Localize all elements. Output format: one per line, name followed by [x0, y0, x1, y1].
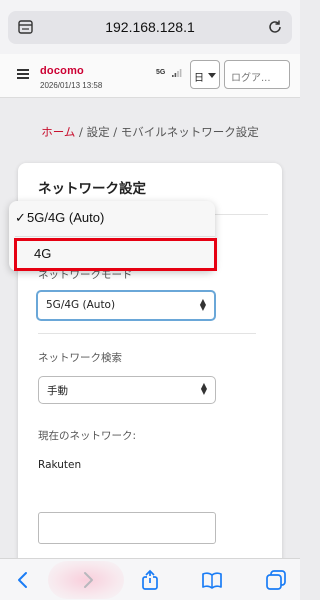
language-select[interactable]: 日	[190, 60, 220, 89]
reload-icon[interactable]	[267, 19, 283, 35]
datetime: 2026/01/13 13:58	[40, 81, 103, 90]
router-header: docomo 2026/01/13 13:58 5G 日 ログア...	[0, 54, 300, 98]
network-search-label: ネットワーク検索	[38, 352, 122, 364]
address-bar[interactable]: 192.168.128.1	[8, 11, 292, 44]
network-mode-value: 5G/4G (Auto)	[46, 299, 116, 311]
text-input[interactable]	[38, 512, 216, 544]
login-field[interactable]: ログア...	[224, 60, 290, 89]
updown-chevron-icon: ▲ ▼	[199, 297, 206, 312]
divider	[38, 333, 256, 334]
card-title: ネットワーク設定	[38, 181, 146, 197]
breadcrumb-home-link[interactable]: ホーム	[41, 125, 75, 139]
dropdown-option-5g4g-auto[interactable]: ✓5G/4G (Auto)	[15, 210, 104, 226]
browser-toolbar	[0, 558, 300, 600]
network-type-label: 5G	[156, 69, 166, 76]
divider	[15, 236, 215, 237]
current-network-label: 現在のネットワーク:	[38, 430, 137, 442]
share-icon[interactable]	[139, 569, 161, 591]
tabs-overview-icon[interactable]	[265, 569, 287, 591]
breadcrumb-path: / 設定 / モバイルネットワーク設定	[75, 125, 259, 139]
updown-chevron-icon: ▲ ▼	[200, 381, 207, 396]
network-search-select[interactable]: 手動 ▲ ▼	[38, 376, 216, 404]
language-value: 日	[194, 73, 204, 84]
network-search-value: 手動	[47, 385, 68, 397]
url-text[interactable]: 192.168.128.1	[8, 19, 292, 35]
back-icon[interactable]	[12, 569, 34, 591]
checkmark-icon: ✓	[15, 210, 26, 225]
browser-address-bar-area: 192.168.128.1	[0, 0, 300, 54]
option-label: 5G/4G (Auto)	[27, 210, 105, 225]
brand-logo: docomo	[40, 65, 84, 77]
menu-icon[interactable]	[17, 69, 29, 79]
chevron-down-icon	[208, 73, 216, 78]
highlight-annotation-box	[14, 238, 217, 271]
breadcrumb: ホーム / 設定 / モバイルネットワーク設定	[0, 124, 300, 140]
forward-icon[interactable]	[77, 569, 99, 591]
bookmarks-icon[interactable]	[201, 569, 223, 591]
network-mode-select[interactable]: 5G/4G (Auto) ▲ ▼	[36, 290, 216, 321]
signal-strength-icon	[172, 69, 182, 77]
current-network-value: Rakuten	[38, 459, 82, 471]
